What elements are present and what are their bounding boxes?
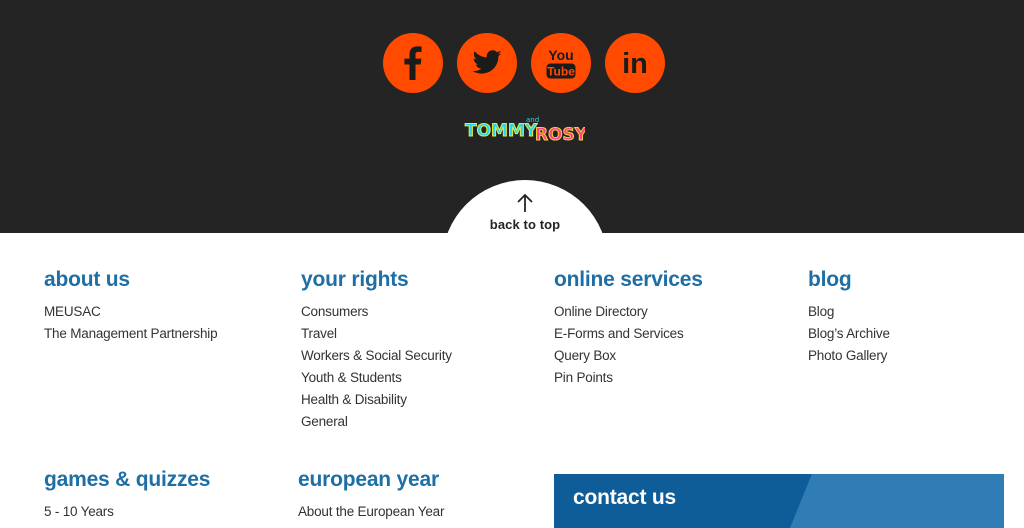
twitter-button[interactable] <box>457 33 517 93</box>
european-year-heading: european year <box>298 468 439 491</box>
facebook-icon <box>404 46 422 80</box>
tommy-and-rosy-logo[interactable]: TOMMY and ROSY <box>463 114 589 148</box>
arrow-up-icon <box>517 193 533 212</box>
about-us-links: MEUSAC The Management Partnership <box>44 301 218 345</box>
contact-panel-stripe <box>790 474 1004 528</box>
footer-column-european-year: european year About the European Year <box>298 466 444 523</box>
footer-link[interactable]: 5 - 10 Years <box>44 501 210 523</box>
footer-link[interactable]: Photo Gallery <box>808 345 890 367</box>
linkedin-icon: in <box>622 48 648 80</box>
footer-link[interactable]: Youth & Students <box>301 367 452 389</box>
footer-link[interactable]: General <box>301 411 452 433</box>
footer-column-services: online services Online Directory E-Forms… <box>554 266 703 389</box>
footer-link[interactable]: Consumers <box>301 301 452 323</box>
footer-link[interactable]: About the European Year <box>298 501 444 523</box>
contact-us-panel[interactable]: contact us <box>554 474 1004 528</box>
footer-column-about: about us MEUSAC The Management Partnersh… <box>44 266 218 345</box>
svg-text:TOMMY: TOMMY <box>465 121 538 141</box>
twitter-icon <box>472 50 502 74</box>
facebook-button[interactable] <box>383 33 443 93</box>
footer-link[interactable]: E-Forms and Services <box>554 323 703 345</box>
games-quizzes-heading: games & quizzes <box>44 468 211 491</box>
your-rights-links: Consumers Travel Workers & Social Securi… <box>301 301 452 433</box>
blog-links: Blog Blog’s Archive Photo Gallery <box>808 301 890 367</box>
svg-text:Tube: Tube <box>547 65 575 79</box>
footer-link[interactable]: Query Box <box>554 345 703 367</box>
svg-text:ROSY: ROSY <box>535 125 585 145</box>
footer-link[interactable]: Blog’s Archive <box>808 323 890 345</box>
back-to-top-label: back to top <box>489 217 561 232</box>
footer-link[interactable]: The Management Partnership <box>44 323 218 345</box>
svg-text:in: in <box>622 48 648 80</box>
footer-link[interactable]: Health & Disability <box>301 389 452 411</box>
footer-link[interactable]: Blog <box>808 301 890 323</box>
linkedin-button[interactable]: in <box>605 33 665 93</box>
footer-column-blog: blog Blog Blog’s Archive Photo Gallery <box>808 266 890 367</box>
social-links: You Tube in <box>383 33 665 93</box>
footer-link[interactable]: Travel <box>301 323 452 345</box>
footer-link[interactable]: MEUSAC <box>44 301 217 323</box>
footer-link[interactable]: Pin Points <box>554 367 703 389</box>
your-rights-heading: your rights <box>301 268 409 291</box>
footer-column-games: games & quizzes 5 - 10 Years <box>44 466 210 523</box>
footer-column-rights: your rights Consumers Travel Workers & S… <box>301 266 452 433</box>
svg-text:You: You <box>548 47 573 63</box>
footer-link[interactable]: Workers & Social Security <box>301 345 452 367</box>
contact-us-heading: contact us <box>573 486 677 509</box>
footer-top-band: You Tube in TOMMY and ROSY back to top <box>0 0 1024 290</box>
online-services-links: Online Directory E-Forms and Services Qu… <box>554 301 703 389</box>
games-quizzes-links: 5 - 10 Years <box>44 501 210 523</box>
youtube-icon: You Tube <box>546 47 576 79</box>
blog-heading: blog <box>808 268 852 291</box>
european-year-links: About the European Year <box>298 501 444 523</box>
about-us-heading: about us <box>44 268 130 291</box>
online-services-heading: online services <box>554 268 703 291</box>
svg-text:and: and <box>526 116 539 124</box>
footer-link[interactable]: Online Directory <box>554 301 703 323</box>
youtube-button[interactable]: You Tube <box>531 33 591 93</box>
